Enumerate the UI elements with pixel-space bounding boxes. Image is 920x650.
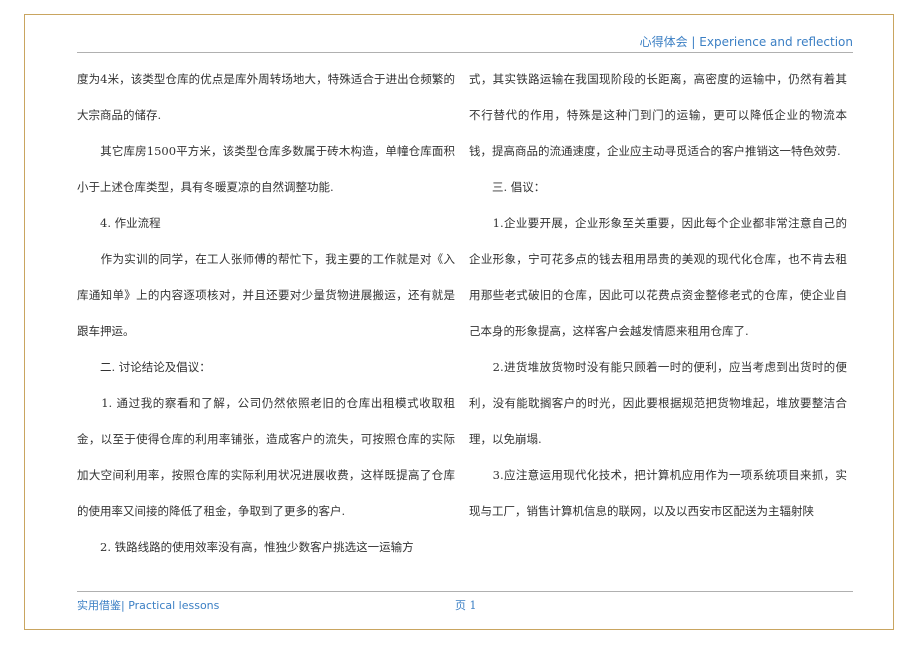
left-column: 度为4米，该类型仓库的优点是库外周转场地大，特殊适合于进出仓频繁的大宗商品的储存… <box>77 61 455 565</box>
section-heading: 三. 倡议： <box>469 180 546 194</box>
paragraph: 2.进货堆放货物时没有能只顾着一时的便利，应当考虑到出货时的便利，没有能耽搁客户… <box>469 360 847 446</box>
paragraph: 作为实训的同学，在工人张师傅的帮忙下，我主要的工作就是对《入库通知单》上的内容逐… <box>77 252 455 338</box>
paragraph: 1. 通过我的察看和了解，公司仍然依照老旧的仓库出租模式收取租金，以至于使得仓库… <box>77 396 455 518</box>
paragraph: 式，其实铁路运输在我国现阶段的长距离，高密度的运输中，仍然有着其不行替代的作用，… <box>469 72 847 158</box>
paragraph: 1.企业要开展，企业形象至关重要，因此每个企业都非常注意自己的企业形象，宁可花多… <box>469 216 847 338</box>
paragraph: 其它库房1500平方米，该类型仓库多数属于砖木构造，单幢仓库面积小于上述仓库类型… <box>77 144 455 194</box>
paragraph: 度为4米，该类型仓库的优点是库外周转场地大，特殊适合于进出仓频繁的大宗商品的储存… <box>77 72 455 122</box>
footer-divider <box>77 591 853 592</box>
page-header: 心得体会 | Experience and reflection <box>639 35 853 49</box>
right-column: 式，其实铁路运输在我国现阶段的长距离，高密度的运输中，仍然有着其不行替代的作用，… <box>469 61 847 529</box>
paragraph: 2. 铁路线路的使用效率没有高，惟独少数客户挑选这一运输方 <box>77 540 414 554</box>
header-divider <box>77 52 853 53</box>
page-number: 页 1 <box>455 599 477 612</box>
paragraph: 3.应注意运用现代化技术，把计算机应用作为一项系统项目来抓，实现与工厂，销售计算… <box>469 468 847 518</box>
document-page: 心得体会 | Experience and reflection 度为4米，该类… <box>24 14 894 630</box>
section-heading: 二. 讨论结论及倡议： <box>77 360 211 374</box>
footer-label: 实用借鉴| Practical lessons <box>77 599 220 612</box>
section-heading: 4. 作业流程 <box>77 216 161 230</box>
